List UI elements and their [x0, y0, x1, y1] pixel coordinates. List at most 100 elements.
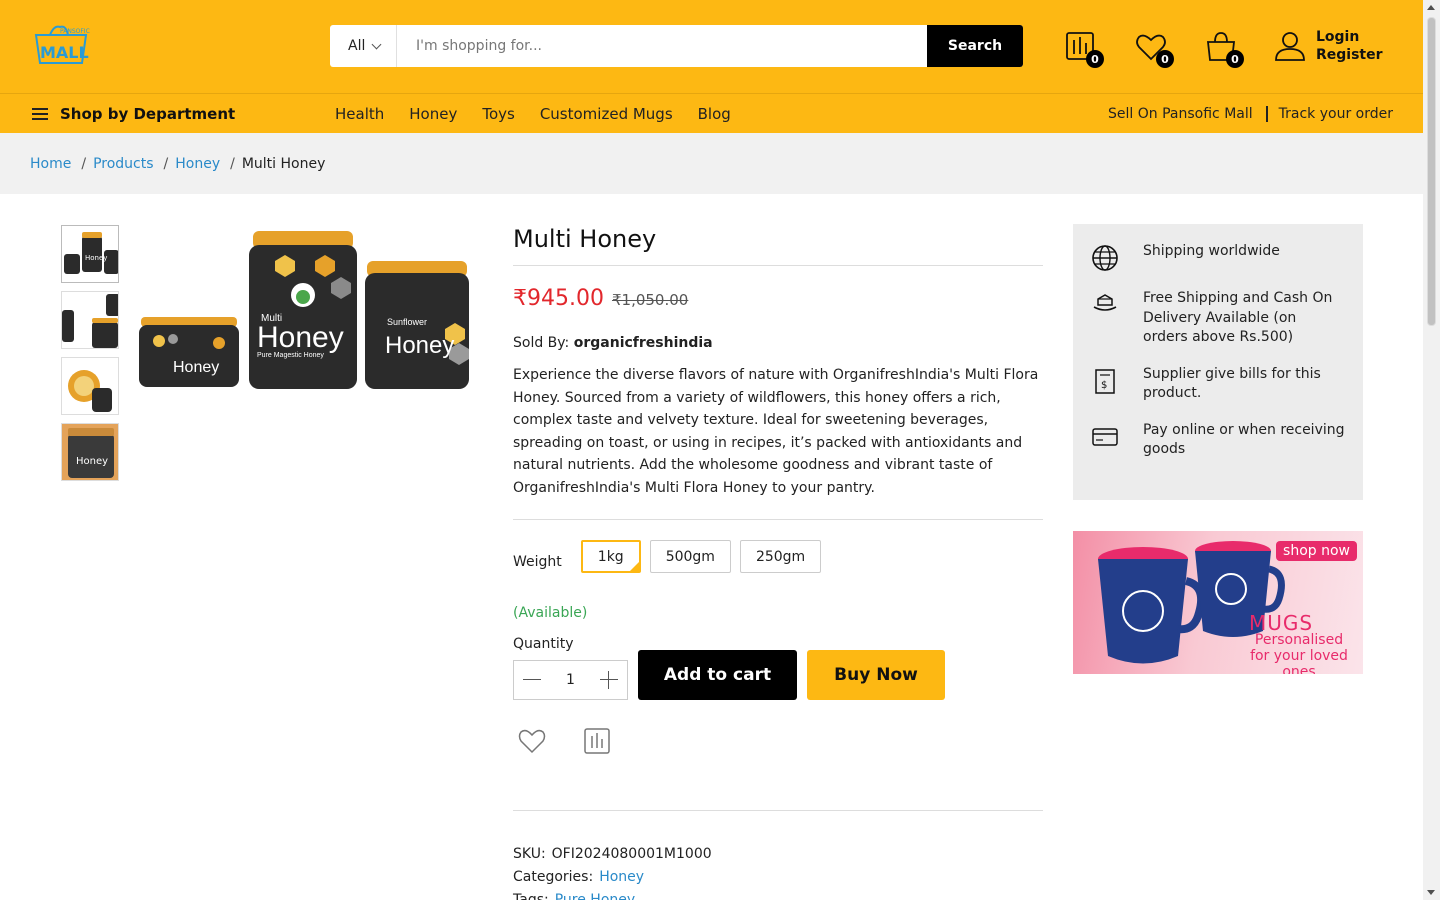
weight-option-250gm[interactable]: 250gm	[739, 540, 822, 573]
product-info: Multi Honey ₹945.00 ₹1,050.00 Sold By: o…	[513, 225, 1043, 520]
sold-by-label: Sold By:	[513, 335, 570, 351]
search-input[interactable]	[397, 25, 927, 67]
feature-text: Shipping worldwide	[1143, 243, 1280, 259]
register-link[interactable]: Register	[1316, 46, 1383, 64]
search-category-select[interactable]: All	[330, 25, 397, 67]
breadcrumb-current: Multi Honey	[241, 155, 326, 172]
scroll-down-arrow-icon[interactable]	[1427, 890, 1435, 895]
nav-divider	[1265, 106, 1268, 122]
main-navigation: Shop by Department Health Honey Toys Cus…	[0, 93, 1423, 133]
search-category-label: All	[348, 38, 366, 54]
product-thumbnail-1[interactable]: Honey	[61, 225, 119, 283]
big-jar-label: Honey	[257, 321, 344, 354]
quantity-value[interactable]: 1	[566, 672, 575, 688]
nav-link-customized-mugs[interactable]: Customized Mugs	[540, 105, 673, 123]
svg-text:Honey: Honey	[85, 254, 107, 262]
nav-link-blog[interactable]: Blog	[698, 105, 731, 123]
old-price: ₹1,050.00	[611, 291, 689, 309]
breadcrumb-home[interactable]: Home	[30, 156, 71, 172]
nav-link-health[interactable]: Health	[335, 105, 384, 123]
weight-selector: Weight 1kg 500gm 250gm	[513, 540, 830, 573]
add-to-compare-icon[interactable]	[583, 727, 611, 755]
store-features: Shipping worldwide Free Shipping and Cas…	[1073, 224, 1363, 500]
wishlist-header-button[interactable]: 0	[1134, 30, 1174, 68]
track-order-link[interactable]: Track your order	[1279, 106, 1393, 122]
breadcrumb: Home / Products / Honey / Multi Honey	[30, 133, 325, 194]
banner-subtitle: Personalised for your loved ones	[1235, 632, 1363, 674]
feature-free-shipping: Free Shipping and Cash On Delivery Avail…	[1091, 289, 1345, 348]
feature-supplier-bills: $ Supplier give bills for this product.	[1091, 365, 1345, 404]
breadcrumb-products[interactable]: Products	[93, 156, 153, 172]
nav-link-toys[interactable]: Toys	[482, 105, 514, 123]
scroll-up-arrow-icon[interactable]	[1427, 5, 1435, 10]
user-icon	[1275, 32, 1305, 61]
nav-link-honey[interactable]: Honey	[409, 105, 457, 123]
banner-subtitle-line-2: for your loved ones	[1250, 648, 1348, 674]
compare-count-badge: 0	[1086, 50, 1104, 68]
weight-option-1kg[interactable]: 1kg	[580, 540, 641, 573]
minus-icon[interactable]	[522, 670, 542, 690]
honey-jars-thumbnail: Honey	[64, 232, 118, 274]
top-header: PANSOFIC MALL All Search 0 0 0	[0, 0, 1423, 93]
svg-text:Honey: Honey	[76, 456, 108, 467]
shop-by-department-button[interactable]: Shop by Department	[32, 94, 235, 134]
chevron-down-icon	[371, 39, 382, 49]
breadcrumb-separator: /	[81, 155, 87, 172]
delivery-hand-icon	[1093, 294, 1117, 311]
category-link-honey[interactable]: Honey	[599, 869, 644, 885]
shop-now-button[interactable]: shop now	[1276, 541, 1357, 561]
product-title: Multi Honey	[513, 225, 1043, 266]
product-thumbnail-4[interactable]: Honey	[61, 423, 119, 481]
compare-header-button[interactable]: 0	[1064, 30, 1104, 68]
search-bar: All Search	[330, 25, 1023, 67]
tag-link-pure-honey[interactable]: Pure Honey	[555, 892, 635, 900]
scrollbar-thumb[interactable]	[1427, 17, 1436, 326]
search-button[interactable]: Search	[927, 25, 1023, 67]
product-description: Experience the diverse flavors of nature…	[513, 364, 1043, 520]
add-to-cart-button[interactable]: Add to cart	[638, 650, 797, 700]
login-link[interactable]: Login	[1316, 28, 1383, 46]
globe-icon	[1092, 245, 1118, 271]
honey-jar-closeup-thumbnail	[62, 294, 118, 348]
breadcrumb-honey[interactable]: Honey	[175, 156, 220, 172]
page-scrollbar[interactable]	[1423, 0, 1440, 900]
divider	[513, 810, 1043, 811]
nav-right-links: Sell On Pansofic Mall Track your order	[1108, 94, 1393, 134]
product-thumbnail-2[interactable]	[61, 291, 119, 349]
pansofic-mall-logo[interactable]: PANSOFIC MALL	[30, 25, 90, 65]
right-jar-top-label: Sunflower	[387, 317, 427, 327]
mugs-promo-banner[interactable]: shop now MUGS Personalised for your love…	[1073, 531, 1363, 674]
cart-count-badge: 0	[1226, 50, 1244, 68]
svg-text:PANSOFIC: PANSOFIC	[60, 28, 90, 35]
weight-option-500gm[interactable]: 500gm	[649, 540, 731, 573]
quantity-label: Quantity	[513, 636, 574, 652]
seller-name[interactable]: organicfreshindia	[574, 335, 713, 351]
card-icon	[1092, 427, 1118, 446]
hamburger-icon	[32, 108, 48, 120]
weight-label: Weight	[513, 553, 562, 570]
sku-label: SKU:	[513, 846, 546, 862]
banner-subtitle-line-1: Personalised	[1254, 632, 1344, 648]
wishlist-count-badge: 0	[1156, 50, 1174, 68]
cart-header-button[interactable]: 0	[1204, 30, 1244, 68]
nav-links: Health Honey Toys Customized Mugs Blog	[335, 94, 756, 134]
product-thumbnail-3[interactable]	[61, 357, 119, 415]
left-jar-label: Honey	[173, 359, 219, 376]
breadcrumb-bar: Home / Products / Honey / Multi Honey	[0, 133, 1423, 194]
product-price: ₹945.00 ₹1,050.00	[513, 286, 1043, 311]
tags-label: Tags:	[513, 892, 549, 900]
big-jar-subtitle: Pure Magestic Honey	[257, 352, 324, 359]
add-to-wishlist-icon[interactable]	[518, 727, 546, 755]
buy-now-button[interactable]: Buy Now	[807, 650, 945, 700]
plus-icon[interactable]	[599, 670, 619, 690]
breadcrumb-separator: /	[230, 155, 235, 172]
product-thumbnails: Honey Honey	[61, 225, 119, 489]
current-price: ₹945.00	[513, 286, 604, 311]
product-main-image[interactable]: Honey Multi Honey Pure Magestic Honey Su…	[135, 225, 475, 395]
honey-jar-thumbnail: Honey	[62, 424, 118, 480]
categories-row: Categories: Honey	[513, 866, 712, 889]
sell-on-mall-link[interactable]: Sell On Pansofic Mall	[1108, 106, 1253, 122]
right-jar-label: Honey	[385, 332, 454, 359]
categories-label: Categories:	[513, 869, 594, 885]
honey-jar-lids-thumbnail	[68, 370, 112, 412]
